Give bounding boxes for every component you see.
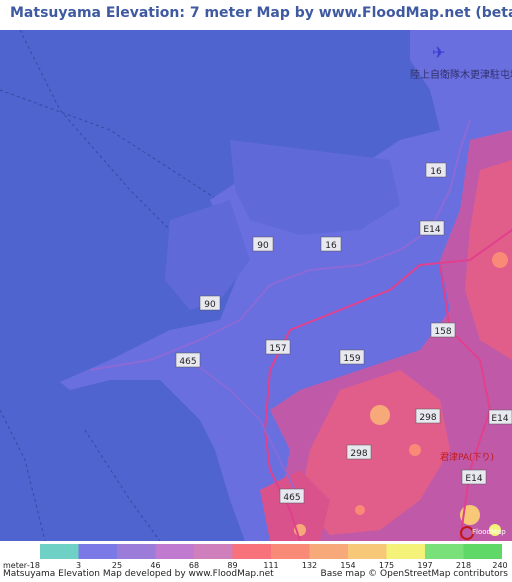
svg-text:465: 465 [179,357,196,367]
legend-color-swatch [155,544,194,559]
svg-text:298: 298 [419,413,436,423]
road-shield-e14-north: E14 [419,220,445,236]
legend-color-swatch [194,544,233,559]
legend-color-swatch [425,544,464,559]
road-shield-298: 298 [346,444,372,460]
svg-text:157: 157 [269,344,286,354]
svg-text:465: 465 [283,493,300,503]
svg-text:E14: E14 [423,225,440,235]
road-shield-465-west: 465 [175,352,201,368]
legend-color-swatch [348,544,387,559]
legend-color-swatch [117,544,156,559]
road-shield-e14-east: E14 [488,409,512,425]
svg-text:159: 159 [343,354,360,364]
place-label-parking: 君津PA(下り) [440,452,494,463]
legend-color-swatch [463,544,502,559]
svg-text:90: 90 [257,241,269,251]
place-label-camp: 陸上自衛隊木更津駐屯地 [410,68,512,81]
legend-color-swatch [232,544,271,559]
high-elevation-spot [409,444,421,456]
elevation-map[interactable]: 16 E14 90 16 90 465 157 159 158 298 298 [0,30,512,541]
map-title: Matsuyama Elevation: 7 meter Map by www.… [10,5,512,21]
road-shield-465-south: 465 [279,488,305,504]
airport-icon: ✈ [432,43,445,62]
legend-color-swatch [271,544,310,559]
svg-text:16: 16 [430,167,442,177]
footer-attribution: Base map © OpenStreetMap contributors [320,569,508,579]
svg-text:298: 298 [350,449,367,459]
legend-color-swatch [386,544,425,559]
svg-text:90: 90 [204,300,216,310]
road-shield-159: 159 [339,349,365,365]
title-bar: Matsuyama Elevation: 7 meter Map by www.… [0,0,512,30]
footer-credit: Matsuyama Elevation Map developed by www… [3,569,274,579]
road-shield-158: 158 [430,322,456,338]
legend-color-swatch [309,544,348,559]
road-shield-16: 16 [320,236,342,252]
legend-tick-label: 132 [302,561,317,570]
legend-color-swatch [40,544,79,559]
road-shield-90: 90 [199,295,221,311]
svg-text:16: 16 [325,241,337,251]
legend-scale: meter -18 3 25 46 68 89 111 132 154 175 197 218 240 [3,544,508,570]
svg-text:E14: E14 [491,414,508,424]
svg-text:158: 158 [434,327,451,337]
road-shield-90-north: 90 [252,236,274,252]
legend-color-swatch [78,544,117,559]
floodmap-logo: FloodMap [472,528,506,536]
high-elevation-spot [370,405,390,425]
svg-text:E14: E14 [465,474,482,484]
high-elevation-spot [355,505,365,515]
road-shield-157: 157 [265,339,291,355]
high-elevation-spot [492,252,508,268]
road-shield-298-east: 298 [415,408,441,424]
road-shield-16-north: 16 [425,162,447,178]
road-shield-e14-south: E14 [461,469,487,485]
